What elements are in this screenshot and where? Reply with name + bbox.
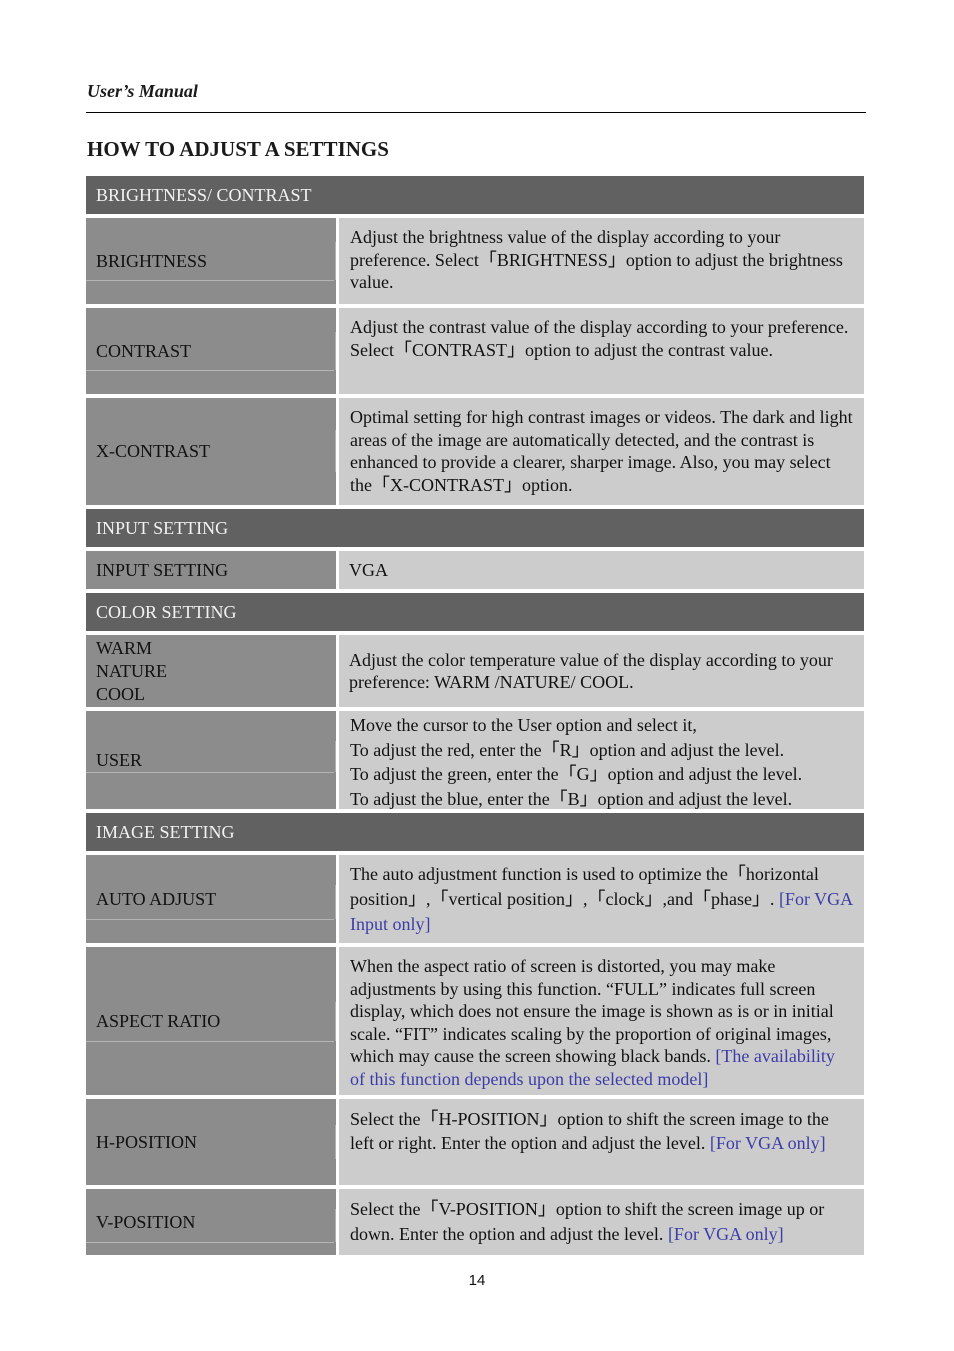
- page-number: 14: [468, 1272, 486, 1289]
- table-row-x-contrast: X-CONTRAST Optimal setting for high cont…: [86, 398, 864, 505]
- setting-label: X-CONTRAST: [96, 441, 211, 461]
- cell-divider: [335, 1209, 336, 1242]
- description-line: Move the cursor to the User option and s…: [350, 715, 697, 735]
- table-row-aspect-ratio: ASPECT RATIO When the aspect ratio of sc…: [86, 947, 864, 1095]
- cell-divider: [335, 1002, 336, 1041]
- setting-label: AUTO ADJUST: [96, 888, 217, 909]
- setting-label: V-POSITION: [96, 1211, 196, 1232]
- description-cell: When the aspect ratio of screen is disto…: [339, 947, 864, 1095]
- label-cell: ASPECT RATIO: [86, 947, 336, 1095]
- settings-table: BRIGHTNESS/ CONTRAST BRIGHTNESS Adjust t…: [86, 176, 864, 1255]
- section-header-color-setting: COLOR SETTING: [86, 593, 864, 631]
- label-cell: AUTO ADJUST: [86, 855, 336, 943]
- header-rule: [86, 112, 866, 113]
- label-cell: H-POSITION: [86, 1099, 336, 1185]
- cell-divider: [86, 1242, 334, 1243]
- cell-divider: [335, 1125, 336, 1159]
- cell-divider: [86, 919, 334, 920]
- description-cell: The auto adjustment function is used to …: [339, 855, 864, 943]
- description-cell: Adjust the color temperature value of th…: [339, 635, 864, 707]
- setting-label-nature: NATURE: [96, 660, 167, 681]
- section-header-input-setting: INPUT SETTING: [86, 509, 864, 547]
- section-header-image-setting: IMAGE SETTING: [86, 813, 864, 851]
- cell-divider: [86, 1041, 334, 1042]
- setting-description: Adjust the brightness value of the displ…: [350, 227, 843, 292]
- table-row-v-position: V-POSITION Select the「V-POSITION」option …: [86, 1189, 864, 1255]
- cell-divider: [335, 242, 336, 280]
- cell-divider: [86, 772, 334, 773]
- label-cell: CONTRAST: [86, 308, 336, 394]
- description-cell: Select the「V-POSITION」option to shift th…: [339, 1189, 864, 1255]
- cell-divider: [335, 741, 336, 772]
- label-cell: WARM NATURE COOL: [86, 635, 336, 707]
- table-row-h-position: H-POSITION Select the「H-POSITION」option …: [86, 1099, 864, 1185]
- setting-label: CONTRAST: [96, 340, 192, 361]
- description-line: To adjust the blue, enter the「B」option a…: [350, 788, 793, 809]
- cell-divider: [335, 430, 336, 472]
- label-cell: USER: [86, 711, 336, 809]
- table-row-auto-adjust: AUTO ADJUST The auto adjustment function…: [86, 855, 864, 943]
- table-row-color-temperature: WARM NATURE COOL Adjust the color temper…: [86, 635, 864, 707]
- setting-label: USER: [96, 749, 143, 770]
- label-cell: BRIGHTNESS: [86, 218, 336, 304]
- description-cell: Move the cursor to the User option and s…: [339, 711, 864, 809]
- cell-divider: [335, 332, 336, 370]
- setting-description: The auto adjustment function is used to …: [350, 864, 819, 909]
- table-row-input-setting: INPUT SETTING VGA: [86, 551, 864, 589]
- description-line: To adjust the red, enter the「R」option an…: [350, 739, 785, 760]
- description-cell: Adjust the brightness value of the displ…: [339, 218, 864, 304]
- cell-divider: [86, 280, 334, 281]
- cell-divider: [86, 370, 334, 371]
- label-cell: V-POSITION: [86, 1189, 336, 1255]
- setting-label-warm: WARM: [96, 637, 153, 658]
- running-header: User’s Manual: [87, 81, 198, 101]
- cell-divider: [335, 885, 336, 919]
- table-row-contrast: CONTRAST Adjust the contrast value of th…: [86, 308, 864, 394]
- availability-note: [For VGA only]: [709, 1133, 826, 1153]
- table-row-brightness: BRIGHTNESS Adjust the brightness value o…: [86, 218, 864, 304]
- setting-label: BRIGHTNESS: [96, 250, 208, 271]
- setting-label: H-POSITION: [96, 1131, 197, 1152]
- table-row-user: USER Move the cursor to the User option …: [86, 711, 864, 809]
- description-cell: Optimal setting for high contrast images…: [339, 398, 864, 505]
- setting-description: Optimal setting for high contrast images…: [350, 407, 853, 495]
- description-cell: VGA: [339, 551, 864, 589]
- description-cell: Adjust the contrast value of the display…: [339, 308, 864, 394]
- section-header-brightness-contrast: BRIGHTNESS/ CONTRAST: [86, 176, 864, 214]
- setting-label: INPUT SETTING: [96, 559, 229, 580]
- page-title: HOW TO ADJUST A SETTINGS: [87, 137, 389, 161]
- setting-description: Adjust the color temperature value of th…: [349, 649, 833, 693]
- description-cell: Select the「H-POSITION」option to shift th…: [339, 1099, 864, 1185]
- description-line: To adjust the green, enter the「G」option …: [350, 764, 803, 784]
- label-cell: X-CONTRAST: [86, 398, 336, 505]
- availability-note: [For VGA only]: [667, 1224, 784, 1244]
- setting-value: VGA: [349, 559, 388, 580]
- setting-description: Adjust the contrast value of the display…: [350, 317, 849, 360]
- label-cell: INPUT SETTING: [86, 551, 336, 589]
- setting-label: ASPECT RATIO: [96, 1010, 221, 1031]
- setting-label-cool: COOL: [96, 683, 145, 704]
